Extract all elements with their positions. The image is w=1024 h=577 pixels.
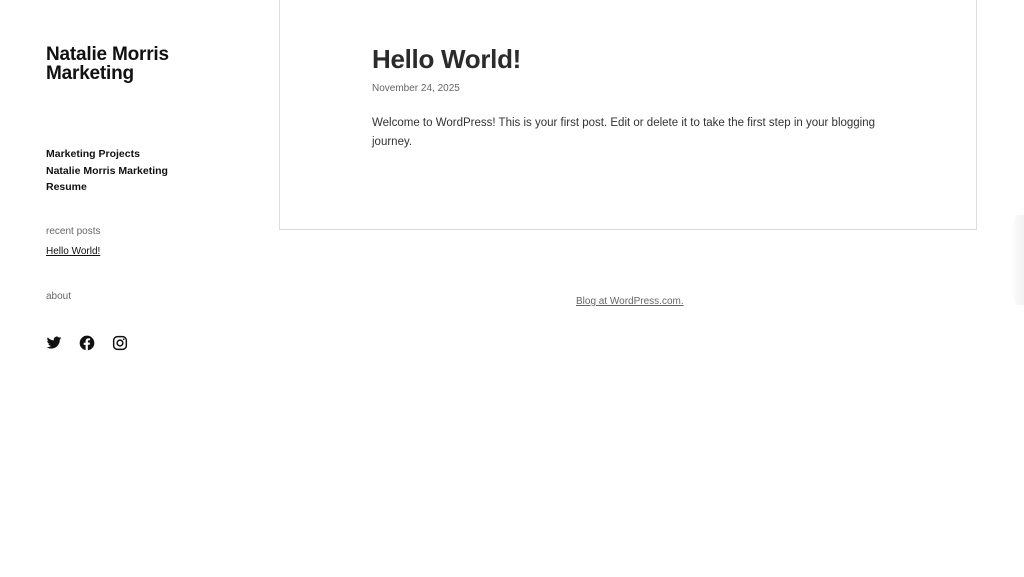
site-title[interactable]: Natalie Morris Marketing <box>46 45 246 83</box>
post-date[interactable]: November 24, 2025 <box>372 83 460 94</box>
nav-item-label[interactable]: Marketing Projects <box>46 148 140 160</box>
twitter-icon[interactable] <box>46 335 62 351</box>
nav-item-label[interactable]: Resume <box>46 181 87 193</box>
primary-nav: Marketing Projects Natalie Morris Market… <box>46 146 168 196</box>
edge-shadow <box>1010 215 1024 305</box>
nav-item-label[interactable]: Natalie Morris Marketing <box>46 165 168 177</box>
page: Natalie Morris Marketing Marketing Proje… <box>0 0 1024 577</box>
social-links <box>46 335 128 351</box>
footer-credit-link[interactable]: Blog at WordPress.com. <box>576 296 684 307</box>
nav-item-resume[interactable]: Resume <box>46 179 168 196</box>
nav-item-natalie-morris-marketing[interactable]: Natalie Morris Marketing <box>46 163 168 180</box>
instagram-icon[interactable] <box>112 335 128 351</box>
facebook-icon[interactable] <box>79 335 95 351</box>
post-title[interactable]: Hello World! <box>372 43 521 75</box>
recent-post-link[interactable]: Hello World! <box>46 246 100 257</box>
recent-posts-heading: recent posts <box>46 226 101 237</box>
about-heading: about <box>46 291 72 302</box>
post-card: Hello World! November 24, 2025 Welcome t… <box>279 0 977 230</box>
post-body: Welcome to WordPress! This is your first… <box>372 117 876 148</box>
nav-item-marketing-projects[interactable]: Marketing Projects <box>46 146 168 163</box>
